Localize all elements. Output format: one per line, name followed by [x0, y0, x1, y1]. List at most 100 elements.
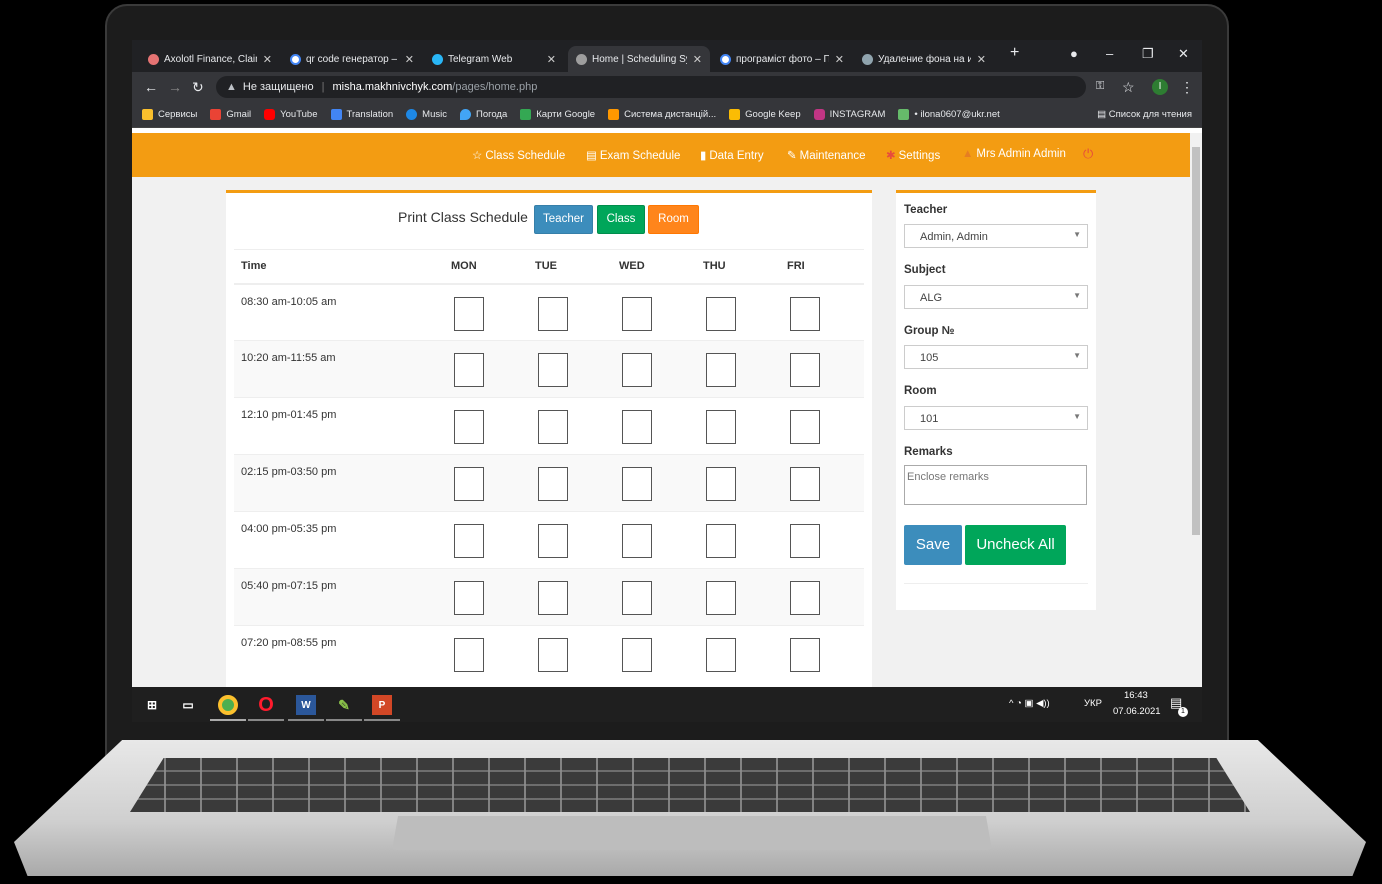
schedule-checkbox[interactable]: [622, 581, 652, 615]
bookmark-item[interactable]: Погода: [459, 109, 507, 120]
schedule-checkbox[interactable]: [538, 638, 568, 672]
tray-icons[interactable]: ^ ◔ ▣ ◀)): [1009, 698, 1050, 709]
close-icon[interactable]: ✕: [541, 53, 556, 66]
task-view-icon[interactable]: ▭: [178, 695, 198, 715]
schedule-checkbox[interactable]: [454, 638, 484, 672]
reload-icon[interactable]: ↻: [192, 79, 204, 96]
close-icon[interactable]: ✕: [687, 53, 702, 66]
browser-tab[interactable]: програміст фото – По ✕: [712, 46, 852, 72]
nav-maintenance[interactable]: ✎ Maintenance: [787, 148, 866, 162]
schedule-checkbox[interactable]: [622, 296, 652, 331]
close-icon[interactable]: ✕: [829, 53, 844, 66]
browser-tab-active[interactable]: Home | Scheduling Sy ✕: [568, 46, 710, 72]
new-tab-icon[interactable]: +: [1010, 44, 1019, 62]
clock-time[interactable]: 16:43: [1124, 690, 1148, 701]
room-select[interactable]: 101 ▼: [904, 406, 1088, 430]
bookmark-item[interactable]: Translation: [330, 109, 393, 120]
bookmark-item[interactable]: Карти Google: [520, 109, 595, 120]
nav-data-entry[interactable]: ▮ Data Entry: [700, 148, 764, 162]
schedule-checkbox[interactable]: [622, 467, 652, 501]
language-indicator[interactable]: УКР: [1084, 698, 1102, 709]
schedule-checkbox[interactable]: [622, 353, 652, 387]
schedule-checkbox[interactable]: [790, 353, 820, 387]
tab-search-icon[interactable]: ●: [1070, 46, 1078, 61]
bookmark-item[interactable]: • ilona0607@ukr.net: [898, 109, 1000, 120]
bookmark-item[interactable]: Google Keep: [729, 109, 801, 120]
schedule-checkbox[interactable]: [454, 581, 484, 615]
schedule-checkbox[interactable]: [538, 410, 568, 444]
schedule-checkbox[interactable]: [706, 353, 736, 387]
class-button[interactable]: Class: [597, 205, 645, 234]
restore-icon[interactable]: ❐: [1142, 46, 1154, 62]
schedule-checkbox[interactable]: [454, 524, 484, 558]
close-icon[interactable]: ✕: [399, 53, 414, 66]
nav-exam-schedule[interactable]: ▤ Exam Schedule: [586, 148, 680, 162]
teacher-button[interactable]: Teacher: [534, 205, 593, 234]
schedule-checkbox[interactable]: [790, 638, 820, 672]
schedule-checkbox[interactable]: [790, 296, 820, 331]
star-icon[interactable]: ☆: [1122, 79, 1135, 96]
logout-icon[interactable]: ⏻: [1083, 146, 1093, 162]
schedule-checkbox[interactable]: [706, 467, 736, 501]
windows-start-icon[interactable]: ⊞: [142, 695, 162, 715]
schedule-checkbox[interactable]: [706, 638, 736, 672]
profile-avatar[interactable]: I: [1152, 79, 1168, 95]
opera-icon[interactable]: O: [256, 694, 276, 716]
forward-icon[interactable]: →: [168, 79, 182, 95]
schedule-checkbox[interactable]: [706, 524, 736, 558]
key-icon[interactable]: ⚿: [1096, 80, 1104, 93]
bookmark-item[interactable]: Music: [406, 109, 447, 120]
schedule-checkbox[interactable]: [706, 296, 736, 331]
close-icon[interactable]: ✕: [971, 53, 986, 66]
browser-tab[interactable]: Axolotl Finance, Claim ✕: [140, 46, 280, 72]
group-select[interactable]: 105 ▼: [904, 345, 1088, 369]
clock-date[interactable]: 07.06.2021: [1113, 706, 1161, 717]
schedule-checkbox[interactable]: [538, 467, 568, 501]
uncheck-all-button[interactable]: Uncheck All: [965, 525, 1066, 565]
bookmark-item[interactable]: Сервисы: [142, 109, 197, 120]
schedule-checkbox[interactable]: [622, 638, 652, 672]
schedule-checkbox[interactable]: [454, 353, 484, 387]
schedule-checkbox[interactable]: [622, 410, 652, 444]
save-button[interactable]: Save: [904, 525, 962, 565]
address-bar[interactable]: ▲ Не защищено | misha.makhnivchyk.com/pa…: [216, 76, 1086, 98]
schedule-checkbox[interactable]: [538, 524, 568, 558]
schedule-checkbox[interactable]: [538, 296, 568, 331]
schedule-checkbox[interactable]: [622, 524, 652, 558]
close-icon[interactable]: ✕: [257, 53, 272, 66]
nav-user[interactable]: ▲ Mrs Admin Admin: [962, 148, 1066, 160]
nav-settings[interactable]: ✱ Settings: [886, 148, 940, 162]
bookmark-item[interactable]: INSTAGRAM: [813, 109, 885, 120]
browser-tab[interactable]: Telegram Web ✕: [424, 46, 564, 72]
bookmark-item[interactable]: Система дистанцій...: [608, 109, 716, 120]
reading-list[interactable]: ▤ Список для чтения: [1097, 109, 1192, 120]
schedule-checkbox[interactable]: [790, 524, 820, 558]
schedule-checkbox[interactable]: [538, 581, 568, 615]
page-scrollbar[interactable]: [1190, 133, 1202, 687]
subject-select[interactable]: ALG ▼: [904, 285, 1088, 309]
menu-icon[interactable]: ⋮: [1180, 79, 1194, 96]
browser-tab[interactable]: Удаление фона на из ✕: [854, 46, 994, 72]
room-button[interactable]: Room: [648, 205, 699, 234]
schedule-checkbox[interactable]: [706, 581, 736, 615]
schedule-checkbox[interactable]: [538, 353, 568, 387]
schedule-checkbox[interactable]: [454, 296, 484, 331]
paint-icon[interactable]: ✎: [334, 695, 354, 715]
scrollbar-thumb[interactable]: [1192, 147, 1200, 535]
nav-class-schedule[interactable]: ☆ Class Schedule: [472, 148, 565, 162]
word-icon[interactable]: W: [296, 695, 316, 715]
schedule-checkbox[interactable]: [790, 467, 820, 501]
bookmark-item[interactable]: Gmail: [210, 109, 251, 120]
remarks-textarea[interactable]: Enclose remarks: [904, 465, 1087, 505]
minimize-icon[interactable]: –: [1106, 46, 1113, 61]
schedule-checkbox[interactable]: [790, 581, 820, 615]
chrome-icon[interactable]: [218, 695, 238, 715]
back-icon[interactable]: ←: [144, 79, 158, 95]
window-close-icon[interactable]: ✕: [1178, 46, 1189, 62]
schedule-checkbox[interactable]: [790, 410, 820, 444]
schedule-checkbox[interactable]: [454, 410, 484, 444]
powerpoint-icon[interactable]: P: [372, 695, 392, 715]
bookmark-item[interactable]: YouTube: [264, 109, 318, 120]
schedule-checkbox[interactable]: [706, 410, 736, 444]
schedule-checkbox[interactable]: [454, 467, 484, 501]
